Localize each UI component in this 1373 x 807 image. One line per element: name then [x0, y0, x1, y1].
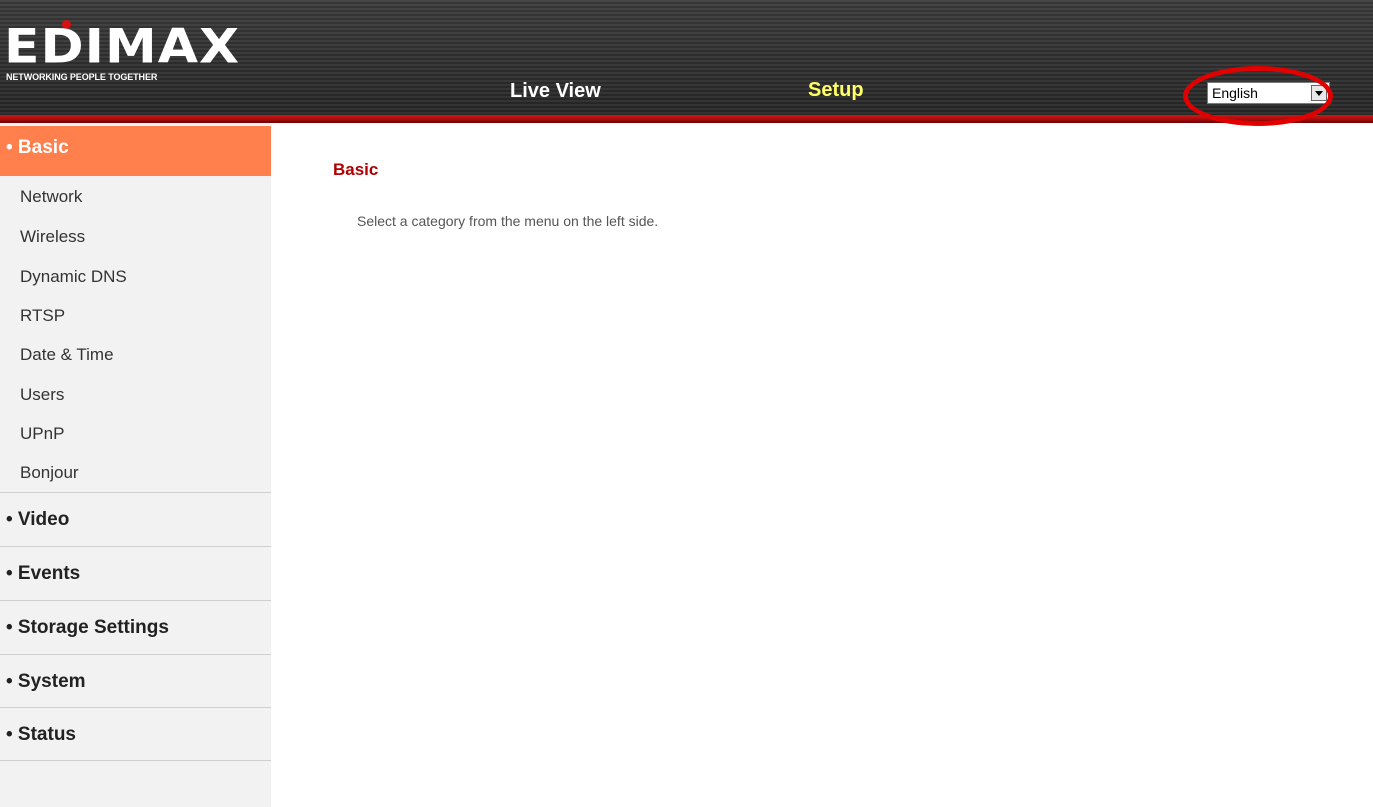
- sidebar-item-dynamic-dns[interactable]: Dynamic DNS: [20, 267, 127, 287]
- nav-setup[interactable]: Setup: [808, 79, 864, 102]
- sidebar-section-basic[interactable]: • Basic: [0, 126, 271, 176]
- sidebar-item-upnp[interactable]: UPnP: [20, 424, 64, 444]
- sidebar-item-network[interactable]: Network: [20, 187, 82, 207]
- annotation-highlight-circle: [1183, 66, 1333, 126]
- header-red-stripe: [0, 115, 1373, 123]
- sidebar: • Basic Network Wireless Dynamic DNS RTS…: [0, 123, 271, 807]
- page-title: Basic: [333, 160, 379, 179]
- sidebar-section-system[interactable]: • System: [0, 654, 271, 707]
- sidebar-section-events[interactable]: • Events: [0, 546, 271, 599]
- sidebar-item-wireless[interactable]: Wireless: [20, 227, 85, 247]
- sidebar-section-status[interactable]: • Status: [0, 707, 271, 760]
- instruction-text: Select a category from the menu on the l…: [357, 213, 659, 229]
- edimax-logo: EDIMAX NETWORKING PEOPLE TOGETHER: [4, 20, 241, 92]
- logo-wordmark: EDIMAX: [4, 20, 241, 75]
- nav-live-view[interactable]: Live View: [510, 80, 601, 103]
- sidebar-divider: [0, 760, 271, 761]
- sidebar-item-rtsp[interactable]: RTSP: [20, 306, 65, 326]
- sidebar-section-video[interactable]: • Video: [0, 492, 271, 545]
- sidebar-item-bonjour[interactable]: Bonjour: [20, 463, 79, 483]
- sidebar-item-users[interactable]: Users: [20, 385, 64, 405]
- sidebar-item-date-time[interactable]: Date & Time: [20, 345, 114, 365]
- sidebar-section-storage-settings[interactable]: • Storage Settings: [0, 600, 271, 653]
